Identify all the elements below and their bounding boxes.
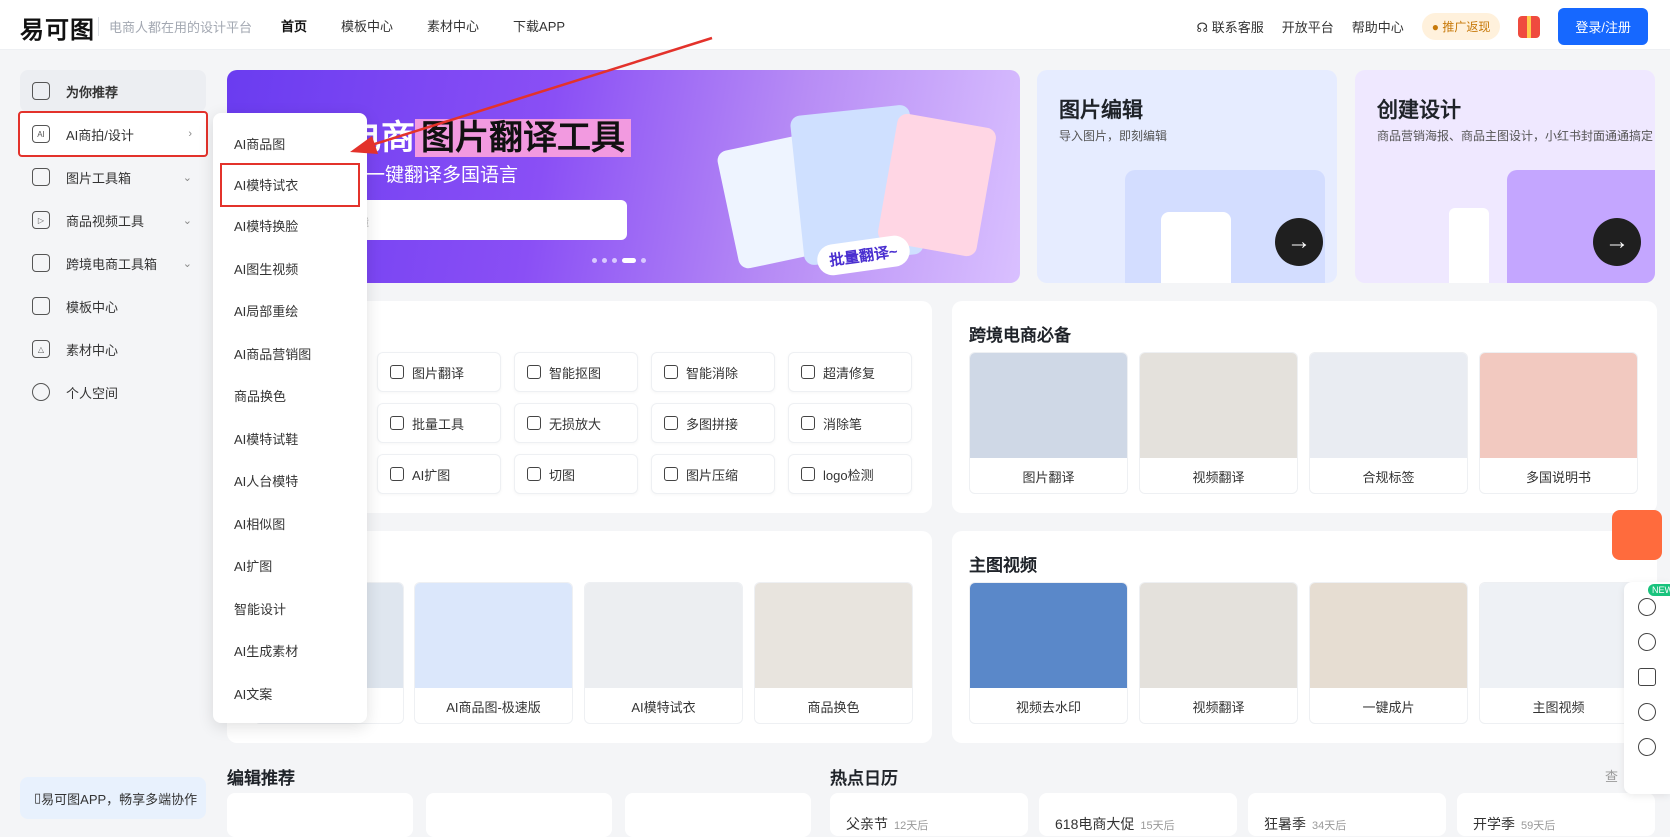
annotation-arrow [350, 36, 713, 154]
